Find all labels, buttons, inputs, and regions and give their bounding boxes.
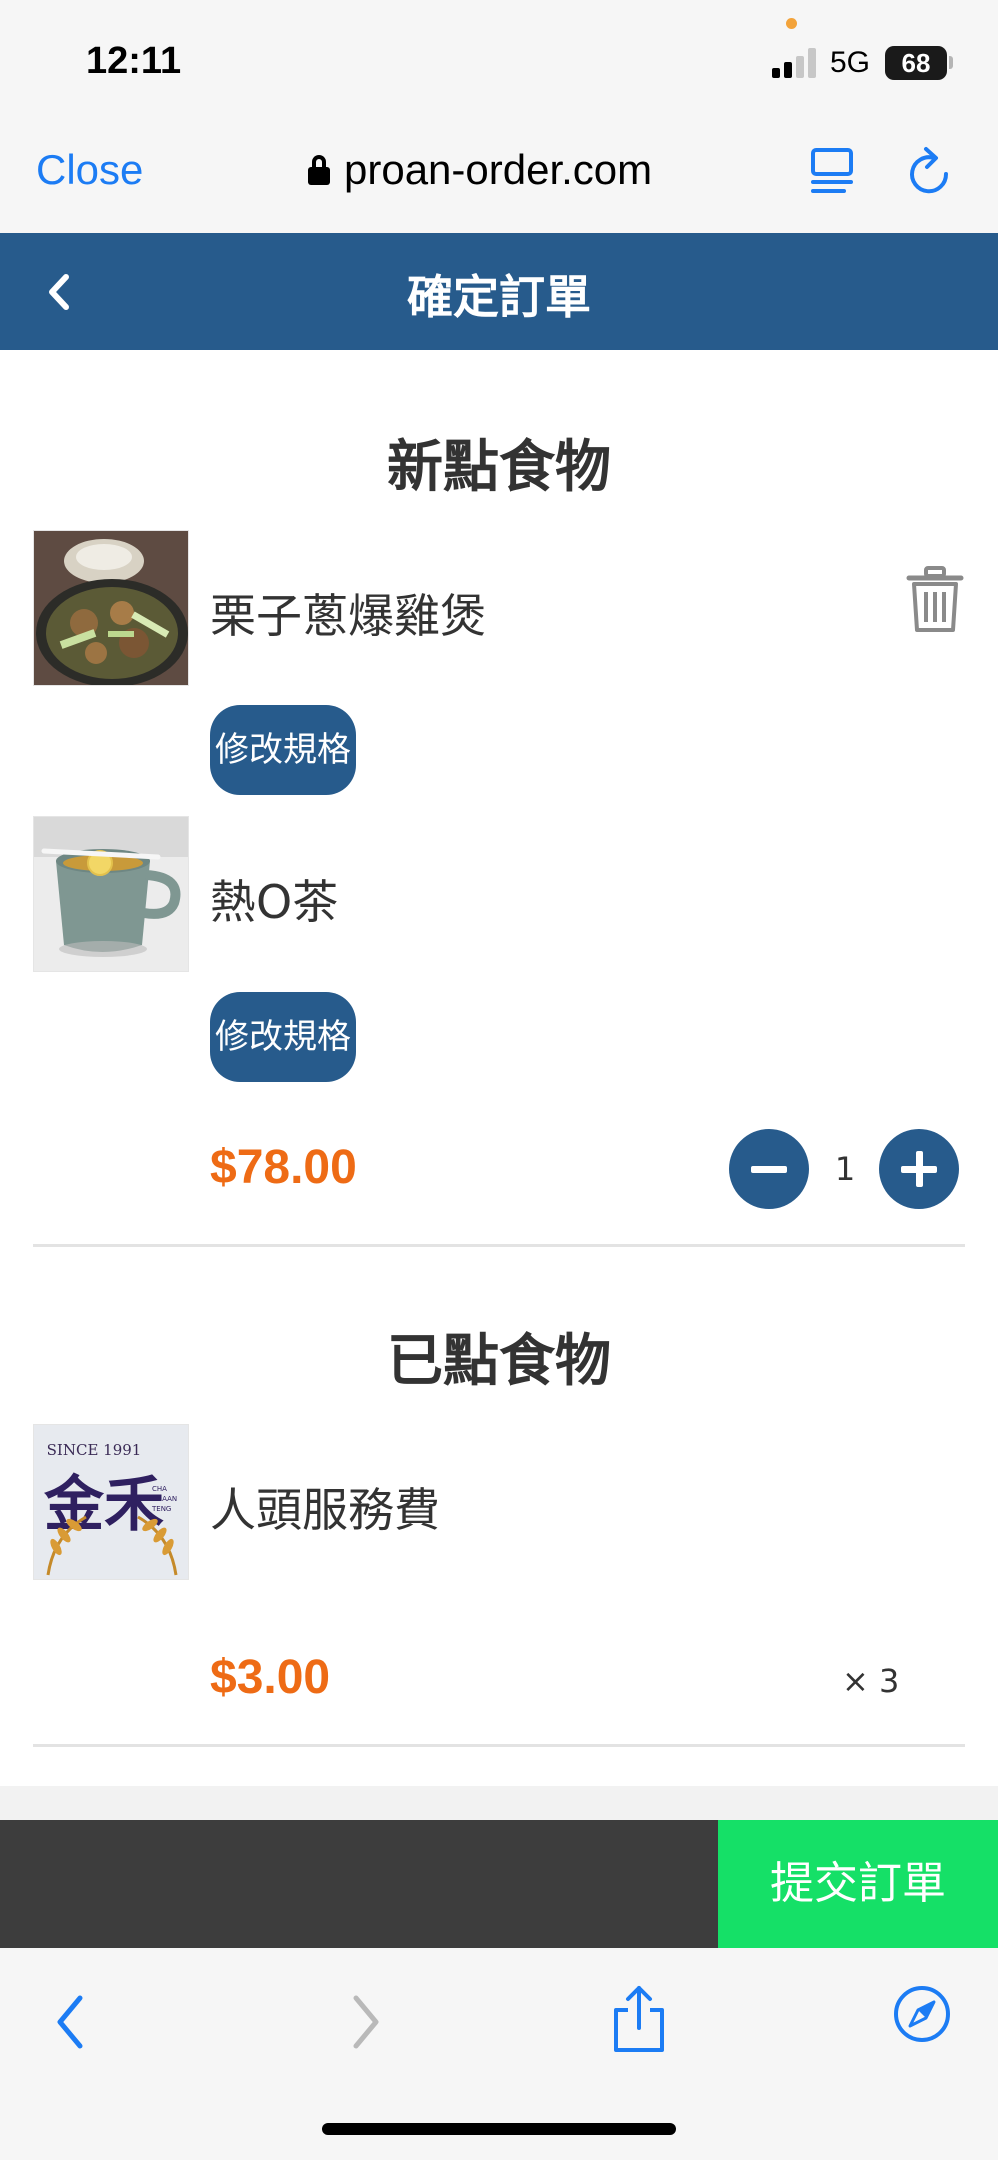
edit-spec-button[interactable]: 修改規格 [210, 992, 356, 1082]
item-name-service-fee: 人頭服務費 [210, 1483, 440, 1537]
ordered-items-title: 已點食物 [387, 1329, 611, 1394]
nav-forward-icon[interactable] [344, 1990, 384, 2054]
section-divider [33, 1244, 965, 1247]
service-fee-price: $3.00 [210, 1651, 331, 1704]
content-footer-gap [0, 1786, 998, 1820]
battery-tip [949, 56, 953, 69]
privacy-indicator-dot [786, 18, 797, 29]
svg-text:CHA: CHA [152, 1485, 167, 1493]
app-header: 確定訂單 [0, 233, 998, 350]
restaurant-logo: SINCE 1991 金禾 CHA CHAAN TENG [34, 1425, 188, 1579]
close-button[interactable]: Close [36, 146, 143, 194]
nav-back-icon[interactable] [52, 1990, 92, 2054]
share-icon[interactable] [610, 1984, 668, 2054]
item-thumbnail-logo: SINCE 1991 金禾 CHA CHAAN TENG [33, 1424, 189, 1580]
url-text: proan-order.com [344, 146, 653, 193]
trash-icon[interactable] [906, 566, 964, 634]
item-thumbnail-chicken-pot [33, 530, 189, 686]
edit-spec-button[interactable]: 修改規格 [210, 705, 356, 795]
battery-icon: 68 [885, 46, 947, 80]
svg-text:CHAAN: CHAAN [152, 1495, 177, 1503]
status-time: 12:11 [86, 40, 182, 82]
browser-header: Close proan-order.com [0, 112, 998, 233]
home-indicator [322, 2123, 676, 2135]
url-display[interactable]: proan-order.com [308, 142, 652, 198]
new-items-price: $78.00 [210, 1141, 357, 1194]
order-action-bar: 提交訂單 [0, 1820, 998, 1948]
increase-quantity-button[interactable] [879, 1129, 959, 1209]
lock-icon [308, 155, 330, 185]
reader-icon[interactable] [810, 146, 854, 194]
signal-icon [772, 48, 818, 78]
item-thumbnail-lemon-tea [33, 816, 189, 972]
decrease-quantity-button[interactable] [729, 1129, 809, 1209]
svg-text:SINCE 1991: SINCE 1991 [47, 1441, 142, 1459]
page-title: 確定訂單 [407, 270, 591, 324]
svg-text:TENG: TENG [151, 1505, 171, 1513]
minus-icon [751, 1166, 787, 1173]
network-label: 5G [830, 46, 871, 79]
item-name-lemon-tea: 熱O茶 [210, 875, 339, 929]
item-name-chicken-pot: 栗子蔥爆雞煲 [210, 589, 486, 643]
section-divider [33, 1744, 965, 1747]
status-bar: 12:11 5G 68 [0, 0, 998, 112]
compass-icon[interactable] [892, 1984, 952, 2044]
new-items-title: 新點食物 [387, 435, 611, 500]
submit-order-button[interactable]: 提交訂單 [718, 1820, 998, 1948]
service-fee-quantity: × 3 [842, 1662, 900, 1700]
reload-icon[interactable] [908, 146, 954, 196]
quantity-value: 1 [834, 1150, 856, 1188]
